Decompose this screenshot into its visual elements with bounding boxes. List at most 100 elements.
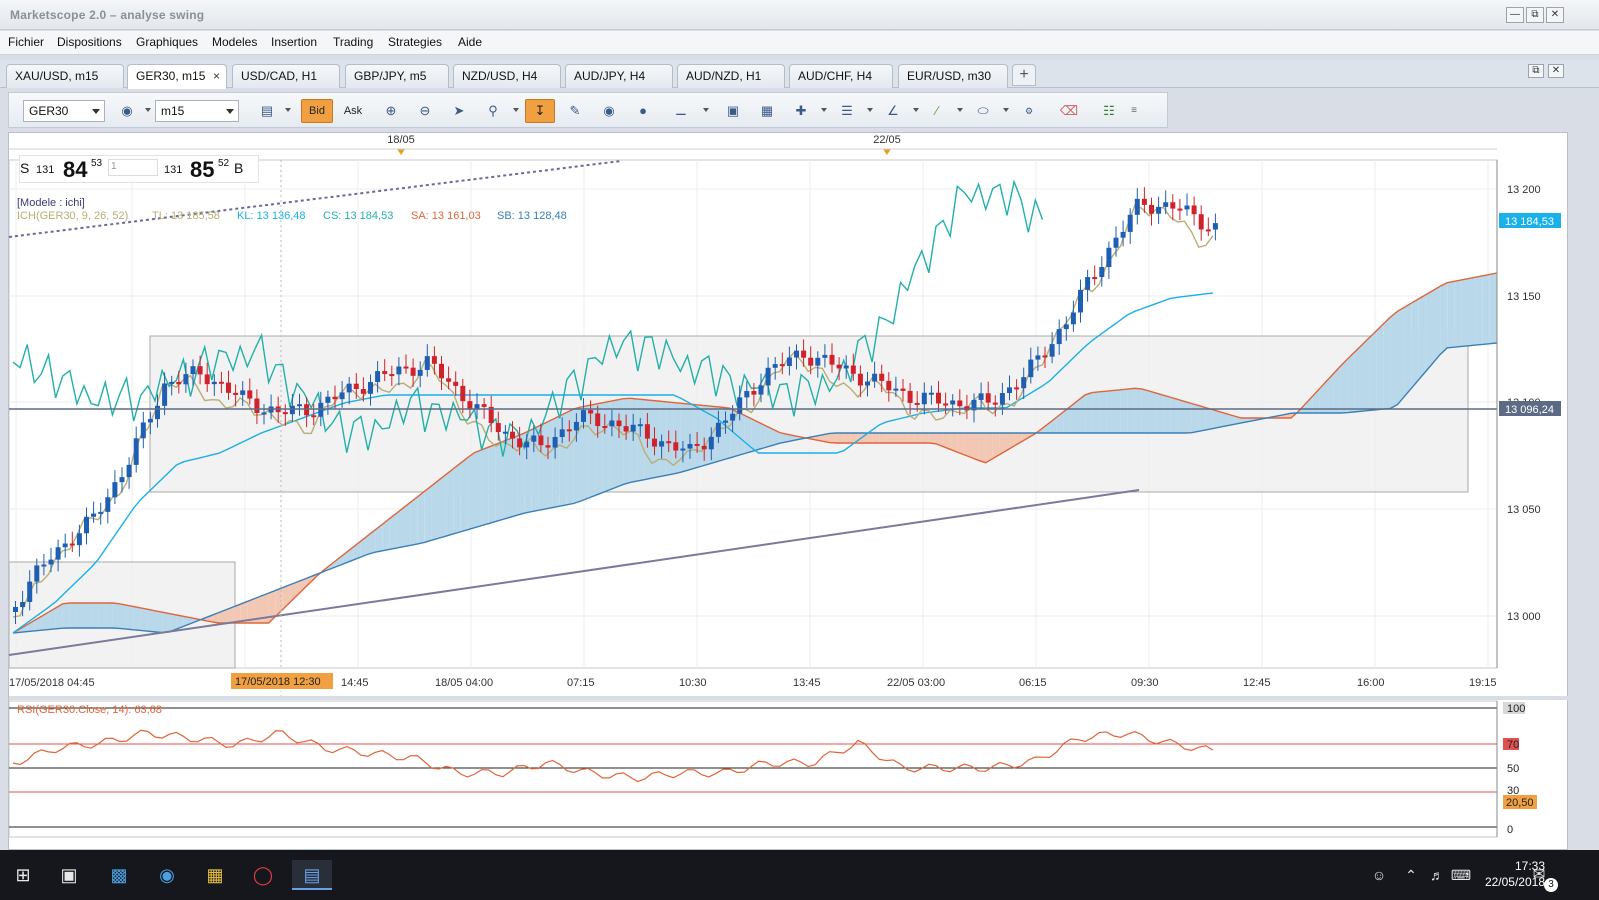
chart-window-icon[interactable]: ▦: [755, 99, 779, 123]
candle-body: [69, 543, 75, 546]
candle-body: [936, 392, 941, 404]
timeframe-select[interactable]: m15: [155, 100, 239, 122]
time-axis[interactable]: 17/05/2018 12:30 17/05/2018 04:45 14:45 …: [9, 669, 1497, 691]
marketscope-taskbar-icon[interactable]: ▤: [292, 860, 332, 890]
chevron-down-icon[interactable]: [867, 108, 873, 112]
chevron-down-icon[interactable]: [513, 108, 519, 112]
tab-audnzd[interactable]: AUD/NZD, H1: [677, 64, 785, 88]
chrome-icon[interactable]: ◯: [248, 860, 278, 890]
menu-insertion[interactable]: Insertion: [271, 35, 317, 49]
menu-trading[interactable]: Trading: [333, 35, 373, 49]
chart-type-icon[interactable]: ▤: [255, 99, 279, 123]
scroll-to-end-icon[interactable]: ↧: [525, 99, 555, 123]
ask-button[interactable]: Ask: [337, 99, 369, 123]
amount-input[interactable]: 1: [108, 159, 158, 176]
chevron-down-icon[interactable]: [1003, 108, 1009, 112]
quote-panel[interactable]: S 131 84 53 1 131 85 52 B: [19, 155, 259, 183]
hierarchy-icon[interactable]: ☷: [1097, 99, 1121, 123]
chevron-down-icon[interactable]: [285, 108, 291, 112]
chevron-down-icon[interactable]: [145, 108, 151, 112]
keyboard-icon[interactable]: ⌨: [1446, 860, 1476, 890]
tab-eurusd[interactable]: EUR/USD, m30: [898, 64, 1008, 88]
close-button[interactable]: ✕: [1546, 7, 1564, 23]
instrument-select[interactable]: GER30: [23, 100, 105, 122]
eraser-icon[interactable]: ⌫: [1057, 99, 1081, 123]
app-icon[interactable]: ◉: [152, 860, 182, 890]
candle-body: [403, 366, 409, 369]
candle-body: [481, 404, 487, 407]
cloud-segment: [1177, 399, 1185, 433]
buy-label[interactable]: B: [234, 160, 243, 176]
restore-button[interactable]: ⧉: [1526, 7, 1544, 23]
candle-body: [1014, 387, 1020, 390]
file-explorer-icon[interactable]: ▦: [200, 860, 230, 890]
cloud-segment: [744, 415, 752, 454]
chevron-down-icon[interactable]: [913, 108, 919, 112]
picture-icon[interactable]: ▣: [721, 99, 745, 123]
legend-tl: TL: 13 185,58: [152, 210, 220, 222]
ruler-icon[interactable]: ⚊: [669, 99, 693, 123]
windows-start-icon[interactable]: ⊞: [8, 860, 38, 890]
task-view-icon[interactable]: ▣: [54, 860, 84, 890]
tab-ger30[interactable]: GER30, m15 ×: [127, 64, 227, 89]
horizontal-lines-icon[interactable]: ☰: [835, 99, 859, 123]
pane-splitter[interactable]: [9, 696, 1569, 700]
price-axis[interactable]: 13 200 13 150 13 100 13 050 13 000 13 18…: [1496, 160, 1561, 668]
globe-icon[interactable]: ●: [631, 99, 655, 123]
add-tab-button[interactable]: +: [1012, 64, 1036, 86]
candle-body: [1184, 205, 1190, 210]
ellipse-icon[interactable]: ⬭: [971, 99, 995, 123]
time-tick: 09:30: [1131, 677, 1159, 689]
menu-strategies[interactable]: Strategies: [388, 35, 442, 49]
candle-body: [999, 393, 1005, 405]
tab-xauusd[interactable]: XAU/USD, m15: [6, 64, 124, 88]
cloud-segment: [630, 398, 638, 483]
candle-body: [779, 364, 785, 367]
chevron-down-icon[interactable]: [821, 108, 827, 112]
bid-button[interactable]: Bid: [301, 99, 333, 123]
candle-body: [985, 393, 991, 403]
magnifier-icon[interactable]: ⚲: [481, 99, 505, 123]
chevron-down-icon[interactable]: [957, 108, 963, 112]
cloud-segment: [644, 399, 652, 480]
menu-graphiques[interactable]: Graphiques: [136, 35, 198, 49]
candle-body: [169, 381, 175, 384]
indicator-icon[interactable]: ✎: [563, 99, 587, 123]
tab-gbpjpy[interactable]: GBP/JPY, m5: [345, 64, 449, 88]
menu-fichier[interactable]: Fichier: [8, 35, 44, 49]
minimize-button[interactable]: —: [1506, 7, 1524, 23]
people-icon[interactable]: ☺: [1364, 860, 1394, 890]
fan-tool-icon[interactable]: ∠: [881, 99, 905, 123]
trendline-icon[interactable]: ∕: [925, 99, 949, 123]
candle-body: [886, 380, 892, 391]
cloud-segment: [758, 422, 766, 450]
sell-label[interactable]: S: [20, 160, 29, 176]
chart-restore-button[interactable]: ⧉: [1528, 64, 1544, 78]
eye-icon[interactable]: ◉: [597, 99, 621, 123]
tab-close-icon[interactable]: ×: [213, 69, 220, 83]
tab-usdcad[interactable]: USD/CAD, H1: [232, 64, 340, 88]
tab-nzdusd[interactable]: NZD/USD, H4: [453, 64, 561, 88]
candle-body: [694, 443, 700, 446]
cloud-segment: [921, 433, 929, 443]
remove-instrument-icon[interactable]: ◉: [115, 99, 139, 123]
app-icon[interactable]: ▩: [104, 860, 134, 890]
crosshair-tool-icon[interactable]: ✚: [789, 99, 813, 123]
legend-ich: ICH(GER30, 9, 26, 52): [17, 210, 128, 222]
tab-audchf[interactable]: AUD/CHF, H4: [789, 64, 893, 88]
tab-audjpy[interactable]: AUD/JPY, H4: [565, 64, 673, 88]
tab-label: AUD/CHF, H4: [798, 69, 873, 83]
chart-close-button[interactable]: ✕: [1548, 64, 1564, 78]
chart-canvas[interactable]: 18/05 22/05 [Modele : ichi] ICH(GER30, 9…: [8, 133, 1569, 851]
chevron-down-icon[interactable]: [703, 108, 709, 112]
zoom-out-icon[interactable]: ⊖: [413, 99, 437, 123]
toolbar-overflow-icon[interactable]: ≡: [1127, 99, 1141, 123]
menu-aide[interactable]: Aide: [458, 35, 482, 49]
menu-modeles[interactable]: Modeles: [212, 35, 257, 49]
menu-dispositions[interactable]: Dispositions: [57, 35, 122, 49]
cursor-icon[interactable]: ➤: [447, 99, 471, 123]
text-tool-icon[interactable]: ⚙: [1017, 99, 1041, 123]
cloud-segment: [552, 415, 560, 508]
zoom-in-icon[interactable]: ⊕: [379, 99, 403, 123]
candle-body: [581, 410, 586, 422]
